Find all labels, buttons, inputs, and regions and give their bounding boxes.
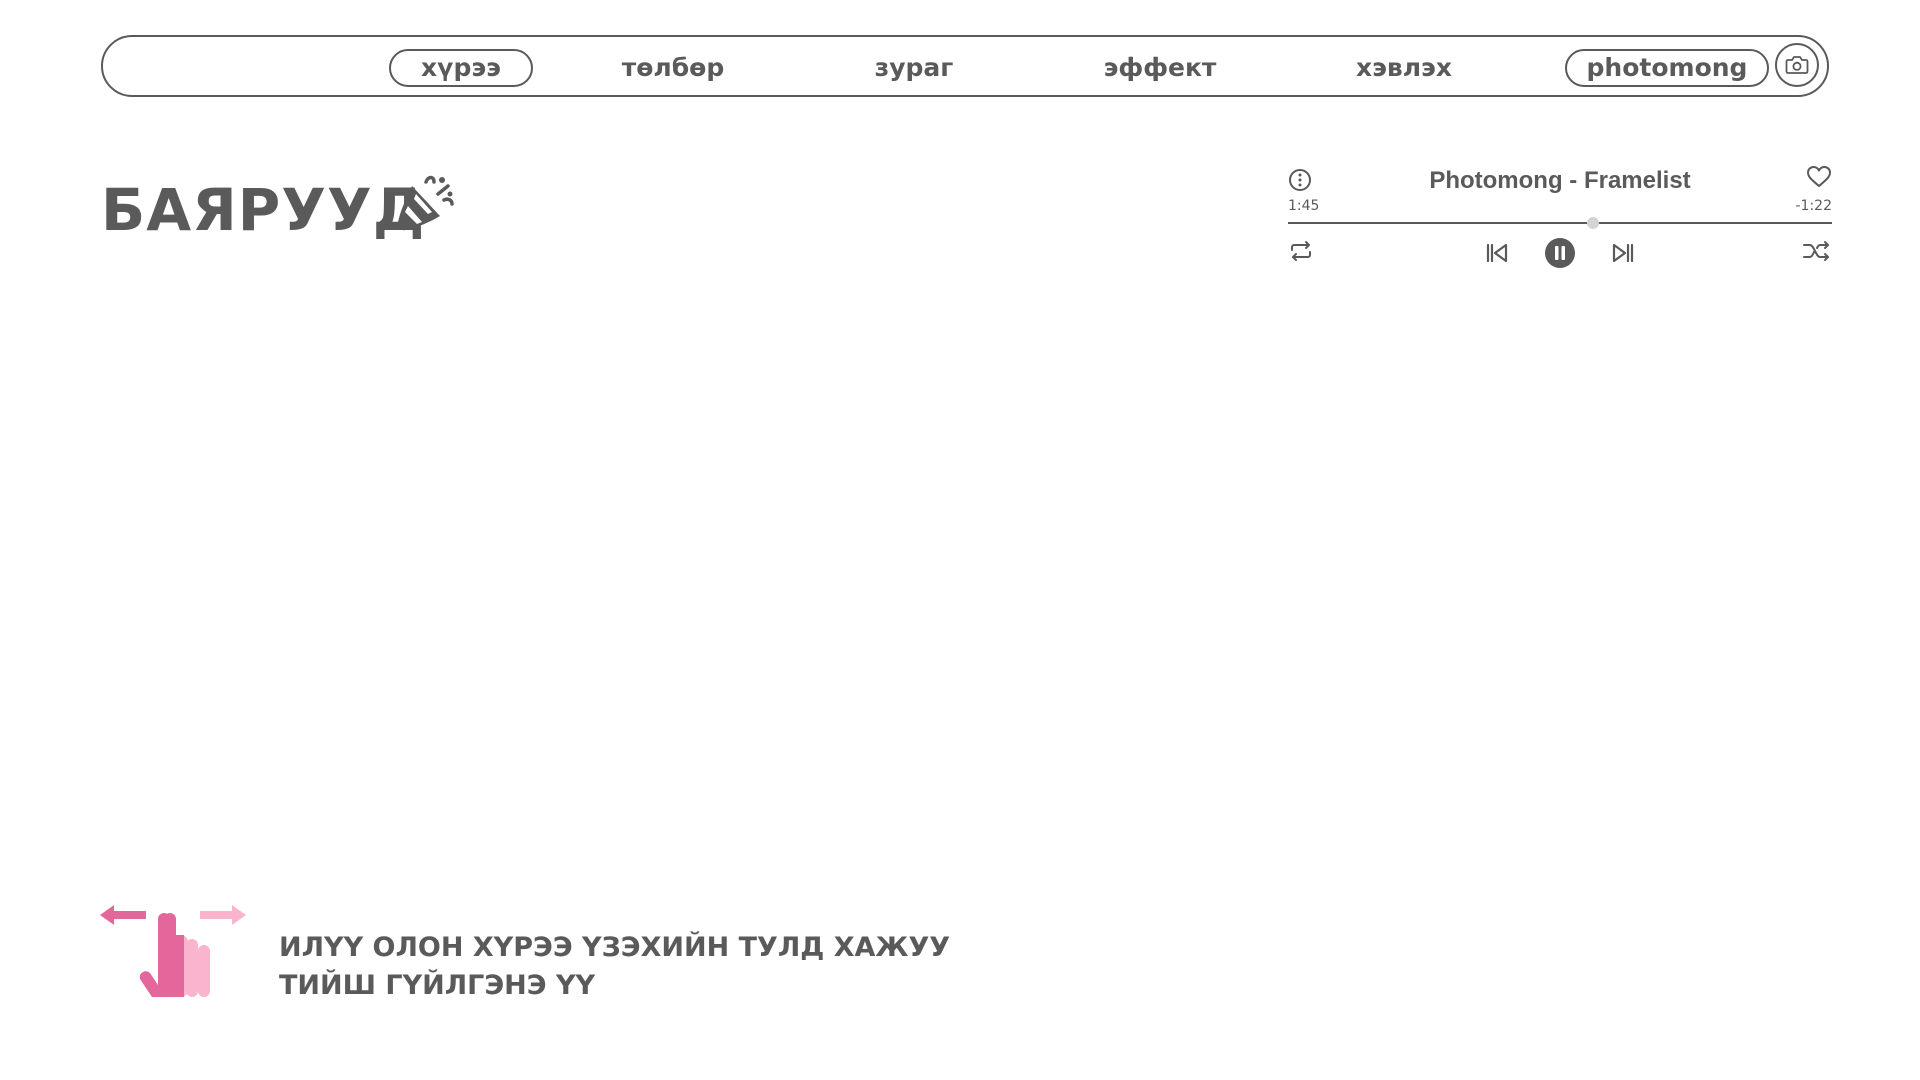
camera-icon xyxy=(1785,56,1809,74)
next-button[interactable] xyxy=(1610,241,1636,265)
remaining-time: -1:22 xyxy=(1795,198,1833,214)
progress-bar[interactable] xyxy=(1288,217,1832,229)
music-player: Photomong - Framelist 1:45 -1:22 xyxy=(1288,165,1832,275)
favorite-button[interactable] xyxy=(1806,165,1832,189)
previous-icon xyxy=(1486,243,1508,263)
nav-tab-print[interactable]: хэвлэх xyxy=(1349,49,1459,87)
shuffle-icon xyxy=(1803,241,1829,261)
swipe-hint-text: ИЛҮҮ ОЛОН ХҮРЭЭ ҮЗЭХИЙН ТУЛД ХАЖУУ ТИЙШ … xyxy=(279,929,950,1005)
repeat-icon xyxy=(1291,241,1311,261)
swipe-gesture-icon xyxy=(100,905,246,997)
pause-icon xyxy=(1545,238,1575,268)
party-popper-icon xyxy=(397,175,454,231)
camera-button[interactable] xyxy=(1775,43,1819,87)
elapsed-time: 1:45 xyxy=(1288,198,1320,214)
hint-line-1: ИЛҮҮ ОЛОН ХҮРЭЭ ҮЗЭХИЙН ТУЛД ХАЖУУ xyxy=(279,932,951,963)
progress-thumb[interactable] xyxy=(1586,217,1599,229)
nav-tab-effect[interactable]: эффект xyxy=(1100,49,1220,87)
brand-button[interactable]: photomong xyxy=(1565,49,1769,87)
nav-tab-frame[interactable]: хүрээ xyxy=(389,49,533,87)
hint-line-2: ТИЙШ ГҮЙЛГЭНЭ ҮҮ xyxy=(279,970,596,1001)
heart-icon xyxy=(1807,166,1831,187)
track-title: Photomong - Framelist xyxy=(1429,167,1691,194)
previous-button[interactable] xyxy=(1484,241,1510,265)
shuffle-button[interactable] xyxy=(1802,239,1832,263)
pause-button[interactable] xyxy=(1544,237,1576,269)
nav-tab-photo[interactable]: зураг xyxy=(869,49,959,87)
next-icon xyxy=(1612,243,1634,263)
nav-tab-payment[interactable]: төлбөр xyxy=(618,49,728,87)
page-title: БАЯРУУД xyxy=(101,176,426,244)
top-navbar: хүрээ төлбөр зураг эффект хэвлэх photomo… xyxy=(101,35,1829,97)
repeat-button[interactable] xyxy=(1288,239,1314,263)
